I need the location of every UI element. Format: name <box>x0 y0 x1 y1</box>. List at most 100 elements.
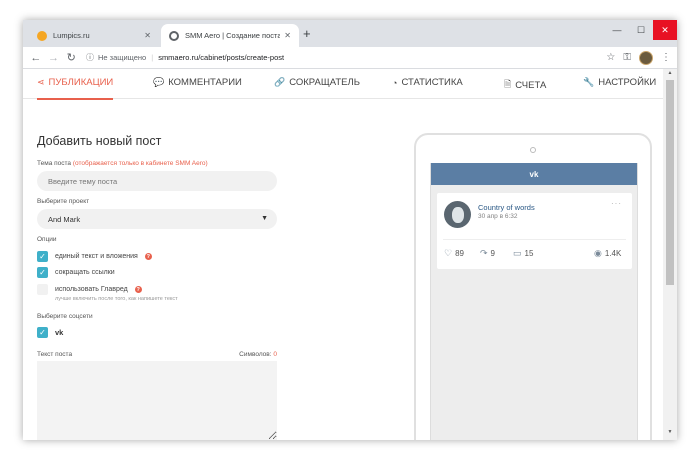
nav-invoices[interactable]: 🗎 СЧЕТА <box>504 77 546 93</box>
close-icon[interactable]: ✕ <box>284 31 291 40</box>
likes-count: 89 <box>455 249 464 258</box>
nav-shortener[interactable]: 🔗 СОКРАЩАТЕЛЬ <box>274 77 360 88</box>
nav-comments[interactable]: 💬 КОММЕНТАРИИ <box>153 77 242 88</box>
share-arrow-icon: ↷ <box>480 248 488 258</box>
chars-label: Символов: <box>239 351 272 358</box>
reload-icon[interactable]: ↻ <box>62 51 80 64</box>
tab-title: SMM Aero | Создание поста <box>185 31 281 40</box>
shares-count: 9 <box>490 249 495 258</box>
maximize-icon[interactable]: ☐ <box>629 20 653 40</box>
preview-post: Country of words 30 апр в 6:32 ··· ♡ 89 … <box>437 193 632 269</box>
bookmark-star-icon[interactable]: ☆ <box>606 52 615 63</box>
option-shorten-links[interactable]: ✓ сокращать ссылки <box>37 267 115 278</box>
info-icon[interactable]: ⓘ <box>86 52 94 63</box>
vk-header: vk <box>431 163 637 185</box>
browser-window: Lumpics.ru ✕ SMM Aero | Создание поста ✕… <box>23 20 677 440</box>
option-label: единый текст и вложения <box>55 253 138 260</box>
topic-hint: (отображается только в кабинете SMM Aero… <box>72 160 208 167</box>
menu-icon[interactable]: ⋮ <box>661 52 671 63</box>
phone-preview: vk Country of words 30 апр в 6:32 ··· ♡ … <box>414 133 652 440</box>
scroll-down-icon[interactable]: ▼ <box>663 429 677 439</box>
close-icon[interactable]: ✕ <box>144 31 151 40</box>
nav-publications[interactable]: ⋖ ПУБЛИКАЦИИ <box>37 77 114 100</box>
project-value: And Mark <box>48 214 81 224</box>
browser-toolbar: ← → ↻ ⓘ Не защищено | smmaero.ru/cabinet… <box>23 47 677 69</box>
nav-label: ПУБЛИКАЦИИ <box>48 77 114 88</box>
eye-icon: ◉ <box>594 248 602 258</box>
link-icon: 🔗 <box>274 77 286 87</box>
views-count: 1.4K <box>604 249 622 258</box>
char-counter: Символов: 0 <box>239 351 277 358</box>
post-date: 30 апр в 6:32 <box>478 213 518 220</box>
nav-label: СТАТИСТИКА <box>401 77 463 88</box>
minimize-icon[interactable]: — <box>605 20 629 40</box>
network-vk[interactable]: ✓ vk <box>37 327 63 338</box>
option-single-text[interactable]: ✓ единый текст и вложения ? <box>37 251 152 262</box>
security-label: Не защищено <box>98 53 147 62</box>
post-text-input[interactable] <box>37 361 277 440</box>
window-close-icon[interactable]: ✕ <box>653 20 677 40</box>
more-icon: ··· <box>611 199 622 208</box>
options-label: Опции <box>37 236 57 243</box>
divider <box>443 239 626 240</box>
profile-avatar[interactable] <box>639 50 653 65</box>
comment-icon: ▭ <box>513 248 522 258</box>
group-avatar <box>444 201 471 228</box>
comments-count: 15 <box>524 249 534 258</box>
checkbox-checked[interactable]: ✓ <box>37 327 48 338</box>
nav-label: НАСТРОЙКИ <box>598 77 657 88</box>
address-bar[interactable]: ⓘ Не защищено | smmaero.ru/cabinet/posts… <box>86 49 606 66</box>
text-label: Текст поста <box>37 351 73 358</box>
new-tab-button[interactable]: + <box>303 26 311 41</box>
topic-label-text: Тема поста <box>37 160 72 167</box>
checkbox-checked[interactable]: ✓ <box>37 267 48 278</box>
heart-icon: ♡ <box>444 248 453 258</box>
post-title: Country of words <box>478 203 535 212</box>
chars-count: 0 <box>273 351 277 358</box>
invoice-icon: 🗎 <box>504 79 512 89</box>
vk-logo-icon: vk <box>529 169 539 179</box>
page-title: Добавить новый пост <box>37 134 162 148</box>
text-label-row: Текст поста Символов: 0 <box>37 351 277 358</box>
topic-label: Тема поста (отображается только в кабине… <box>37 160 208 167</box>
nav-settings[interactable]: 🔧 НАСТРОЙКИ <box>583 77 656 88</box>
help-icon[interactable]: ? <box>134 286 142 293</box>
comments-stat: ▭ 15 <box>513 248 533 259</box>
option-glavred[interactable]: использовать Главред ? <box>37 284 142 295</box>
help-icon[interactable]: ? <box>144 253 152 260</box>
vk-icon: vk <box>55 328 64 337</box>
option-label: сокращать ссылки <box>55 269 115 276</box>
preview-screen: vk Country of words 30 апр в 6:32 ··· ♡ … <box>430 163 638 440</box>
pie-chart-icon: ◔ <box>392 77 398 88</box>
checkbox-unchecked[interactable] <box>37 284 48 295</box>
checkbox-checked[interactable]: ✓ <box>37 251 48 262</box>
caret-down-icon: ▼ <box>261 215 268 222</box>
site-nav: ⋖ ПУБЛИКАЦИИ 💬 КОММЕНТАРИИ 🔗 СОКРАЩАТЕЛЬ… <box>23 69 663 100</box>
scroll-up-icon[interactable]: ▲ <box>663 70 677 80</box>
globe-icon <box>169 30 179 41</box>
divider: | <box>151 53 154 62</box>
glavred-hint: лучше включить после того, как напишете … <box>55 296 178 302</box>
back-icon[interactable]: ← <box>27 52 45 64</box>
mask-icon <box>451 206 464 223</box>
tab-smm-aero[interactable]: SMM Aero | Создание поста ✕ <box>161 24 299 47</box>
shares-stat: ↷ 9 <box>480 248 495 259</box>
lumpics-favicon-icon <box>37 30 47 41</box>
nav-statistics[interactable]: ◔ СТАТИСТИКА <box>392 77 463 88</box>
tab-strip: Lumpics.ru ✕ SMM Aero | Создание поста ✕… <box>23 20 677 47</box>
tab-title: Lumpics.ru <box>53 31 90 40</box>
views-stat: ◉ 1.4K <box>594 248 621 259</box>
toolbar-actions: ☆ ⚿ ⋮ <box>606 50 677 65</box>
nav-label: СЧЕТА <box>515 79 547 91</box>
forward-icon[interactable]: → <box>45 52 63 64</box>
project-label: Выберите проект <box>37 198 90 205</box>
likes-stat: ♡ 89 <box>444 248 464 259</box>
share-icon: ⋖ <box>37 77 45 87</box>
topic-input[interactable] <box>37 171 277 191</box>
scrollbar-thumb[interactable] <box>666 80 674 285</box>
tab-lumpics[interactable]: Lumpics.ru ✕ <box>29 24 159 47</box>
project-select[interactable]: And Mark ▼ <box>37 209 277 229</box>
key-icon[interactable]: ⚿ <box>623 52 631 63</box>
wrench-icon: 🔧 <box>583 77 595 87</box>
comments-icon: 💬 <box>153 77 165 87</box>
